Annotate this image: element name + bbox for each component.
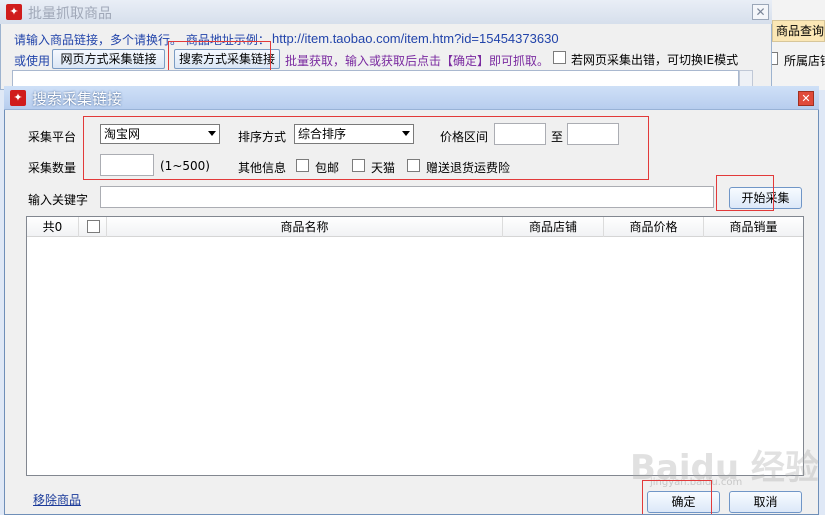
free-shipping-label: 包邮 <box>315 161 340 175</box>
keyword-input[interactable] <box>100 186 714 208</box>
platform-label: 采集平台 <box>28 130 77 144</box>
background-window-title: 批量抓取商品 <box>28 6 112 22</box>
tmall-checkbox[interactable] <box>352 159 365 172</box>
count-range-hint: (1~500) <box>160 159 210 173</box>
platform-select-value: 淘宝网 <box>104 127 141 141</box>
background-window-titlebar <box>0 0 772 24</box>
count-header: 共0 <box>27 217 79 237</box>
column-price[interactable]: 商品价格 <box>604 217 704 237</box>
or-use-label: 或使用 <box>14 54 51 68</box>
results-table <box>26 216 804 476</box>
count-input[interactable] <box>100 154 154 176</box>
tmall-label: 天猫 <box>371 161 396 175</box>
example-url: http://item.taobao.com/item.htm?id=15454… <box>272 31 559 46</box>
other-info-label: 其他信息 <box>238 161 287 175</box>
price-min-input[interactable] <box>494 123 546 145</box>
column-store[interactable]: 商品店铺 <box>503 217 604 237</box>
store-checkbox[interactable] <box>772 52 778 65</box>
cancel-button[interactable]: 取消 <box>729 491 802 513</box>
chevron-down-icon <box>402 131 410 136</box>
right-panel <box>772 0 825 90</box>
background-close-icon[interactable]: ✕ <box>752 4 769 20</box>
select-all-column <box>79 217 107 237</box>
price-max-input[interactable] <box>567 123 619 145</box>
dialog-titlebar <box>4 86 819 110</box>
dialog-app-icon: ✦ <box>10 90 26 106</box>
sort-label: 排序方式 <box>238 130 287 144</box>
dialog-close-icon[interactable]: ✕ <box>798 91 814 106</box>
chevron-down-icon <box>208 131 216 136</box>
column-product-name[interactable]: 商品名称 <box>107 217 503 237</box>
keyword-label: 输入关键字 <box>28 193 89 207</box>
remove-product-link[interactable]: 移除商品 <box>33 491 81 508</box>
count-label: 采集数量 <box>28 161 77 175</box>
sort-select[interactable]: 综合排序 <box>294 124 414 144</box>
sort-select-value: 综合排序 <box>298 127 347 141</box>
select-all-checkbox[interactable] <box>87 220 100 233</box>
ie-mode-checkbox[interactable] <box>553 51 566 64</box>
batch-hint-text: 批量获取，输入或获取后点击【确定】即可抓取。 <box>285 54 550 68</box>
column-sales[interactable]: 商品销量 <box>704 217 803 237</box>
web-collect-button[interactable]: 网页方式采集链接 <box>52 49 165 69</box>
store-label: 所属店铺 <box>784 54 825 68</box>
price-to-label: 至 <box>551 130 564 144</box>
platform-select[interactable]: 淘宝网 <box>100 124 220 144</box>
free-shipping-checkbox[interactable] <box>296 159 309 172</box>
product-query-button[interactable]: 商品查询 <box>772 20 825 42</box>
return-insurance-label: 赠送退货运费险 <box>426 161 511 175</box>
dialog-title: 搜索采集链接 <box>32 90 123 108</box>
ie-mode-label: 若网页采集出错，可切换IE模式 <box>571 53 739 67</box>
annotation-box-start <box>716 175 774 211</box>
price-range-label: 价格区间 <box>440 130 489 144</box>
annotation-box-ok <box>642 480 712 514</box>
app-logo-icon: ✦ <box>6 4 22 20</box>
return-insurance-checkbox[interactable] <box>407 159 420 172</box>
